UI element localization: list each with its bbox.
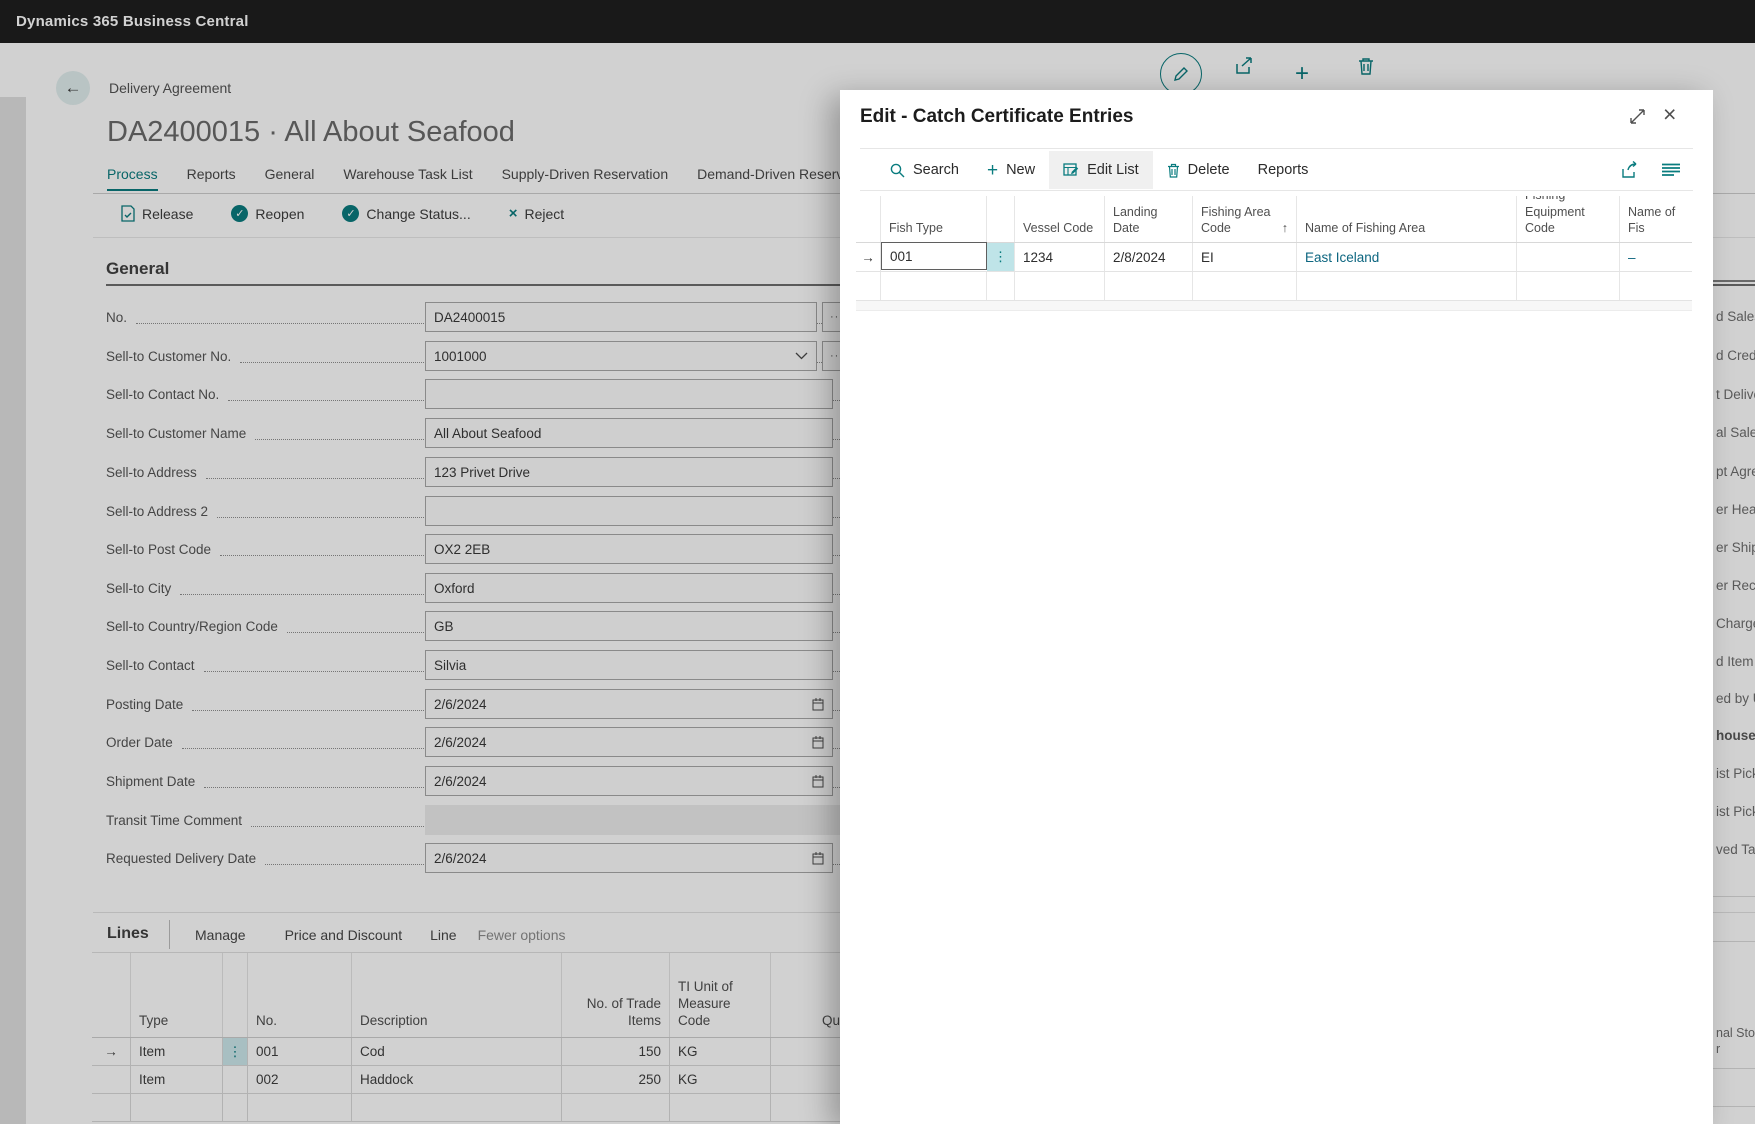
row-marker-column bbox=[856, 196, 881, 242]
delete-label: Delete bbox=[1188, 162, 1230, 178]
trash-icon bbox=[1167, 163, 1180, 178]
new-button[interactable]: + New bbox=[973, 151, 1049, 189]
col-name-of-fishing-area[interactable]: Name of Fishing Area bbox=[1297, 196, 1517, 242]
entry-row-1[interactable]: → 001 ⋮ 1234 2/8/2024 EI East Iceland – bbox=[856, 243, 1692, 272]
search-button[interactable]: Search bbox=[876, 151, 973, 189]
new-label: New bbox=[1006, 162, 1035, 178]
cell-fish-type[interactable]: 001 bbox=[881, 242, 987, 270]
cell-fishing-equipment-code[interactable] bbox=[1517, 243, 1620, 271]
expand-dialog-button[interactable] bbox=[1628, 107, 1647, 126]
dialog-toolbar: Search + New Edit List Delete Reports bbox=[876, 150, 1322, 190]
cell-name-of-fishing-area-link[interactable]: East Iceland bbox=[1297, 243, 1517, 271]
sort-ascending-icon: ↑ bbox=[1282, 220, 1288, 236]
reports-button[interactable]: Reports bbox=[1244, 151, 1323, 189]
dialog-toolbar-right bbox=[1620, 150, 1680, 190]
dialog-divider bbox=[860, 148, 1693, 149]
grid-footer-band bbox=[856, 301, 1692, 311]
cell-landing-date[interactable]: 2/8/2024 bbox=[1105, 243, 1193, 271]
plus-icon: + bbox=[987, 161, 998, 180]
row-marker: → bbox=[856, 243, 881, 271]
col-name-of-fish-cut[interactable]: Name of Fis bbox=[1620, 196, 1692, 242]
list-icon bbox=[1662, 163, 1680, 177]
reports-label: Reports bbox=[1258, 162, 1309, 178]
edit-list-label: Edit List bbox=[1087, 162, 1139, 178]
col-fishing-area-code[interactable]: Fishing Area Code↑ bbox=[1193, 196, 1297, 242]
col-dots bbox=[987, 196, 1015, 242]
edit-list-icon bbox=[1063, 163, 1079, 178]
grid-header: Fish Type Vessel Code Landing Date Fishi… bbox=[856, 196, 1692, 243]
col-vessel-code[interactable]: Vessel Code bbox=[1015, 196, 1105, 242]
entry-row-2-empty[interactable] bbox=[856, 272, 1692, 301]
cell-vessel-code[interactable]: 1234 bbox=[1015, 243, 1105, 271]
col-landing-date[interactable]: Landing Date bbox=[1105, 196, 1193, 242]
close-dialog-button[interactable]: × bbox=[1663, 103, 1676, 126]
cell-name-of-fish[interactable]: – bbox=[1620, 243, 1692, 271]
row-options-dots[interactable]: ⋮ bbox=[987, 243, 1015, 271]
delete-button[interactable]: Delete bbox=[1153, 151, 1244, 189]
close-icon: × bbox=[1663, 101, 1676, 127]
catch-certificate-dialog: Edit - Catch Certificate Entries × Searc… bbox=[840, 90, 1713, 1124]
search-label: Search bbox=[913, 162, 959, 178]
show-list-icon[interactable] bbox=[1662, 163, 1680, 177]
col-fishing-equipment-code[interactable]: Fishing Equipment Code bbox=[1517, 196, 1620, 242]
cell-fishing-area-code[interactable]: EI bbox=[1193, 243, 1297, 271]
share-icon bbox=[1620, 161, 1640, 179]
toolbar-divider bbox=[860, 190, 1693, 191]
share-button[interactable] bbox=[1620, 161, 1640, 179]
edit-list-button[interactable]: Edit List bbox=[1049, 151, 1153, 189]
search-icon bbox=[890, 163, 905, 178]
col-fish-type[interactable]: Fish Type bbox=[881, 196, 987, 242]
dialog-title: Edit - Catch Certificate Entries bbox=[860, 106, 1133, 128]
catch-certificate-grid: Fish Type Vessel Code Landing Date Fishi… bbox=[856, 196, 1692, 311]
expand-icon bbox=[1628, 107, 1647, 126]
screen: Dynamics 365 Business Central ← Delivery… bbox=[0, 0, 1755, 1124]
